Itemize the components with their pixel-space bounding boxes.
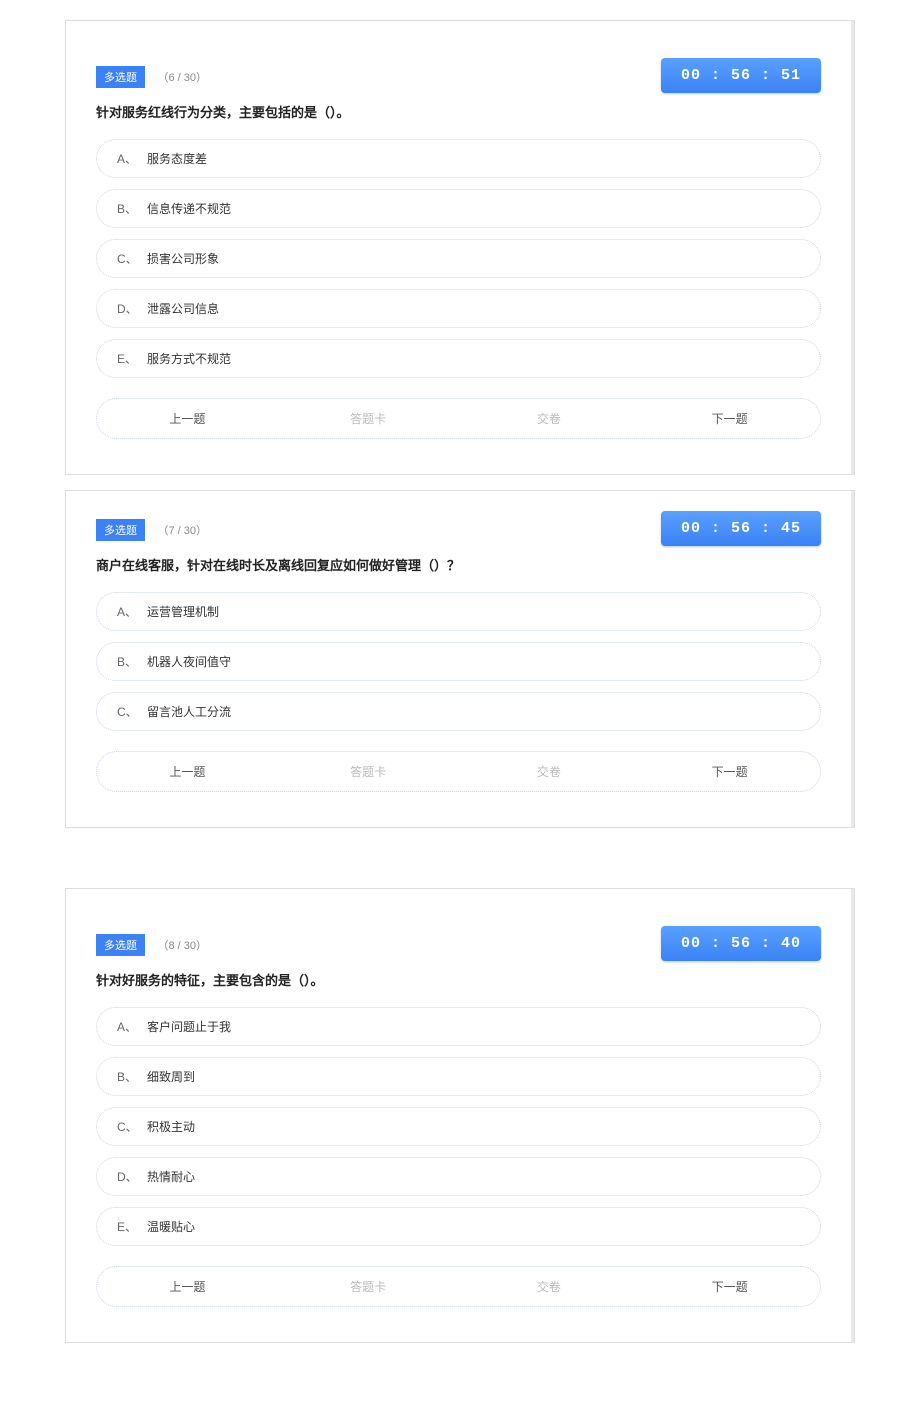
option-letter: B、 — [117, 1068, 147, 1085]
question-text: 针对好服务的特征，主要包含的是（）。 — [96, 970, 821, 989]
option-e[interactable]: E、 温暖贴心 — [96, 1207, 821, 1246]
option-text: 积极主动 — [147, 1118, 195, 1135]
option-letter: A、 — [117, 150, 147, 167]
option-text: 损害公司形象 — [147, 250, 219, 267]
option-c[interactable]: C、 积极主动 — [96, 1107, 821, 1146]
option-b[interactable]: B、 细致周到 — [96, 1057, 821, 1096]
answer-card-button[interactable]: 答题卡 — [278, 1267, 459, 1306]
prev-button[interactable]: 上一题 — [97, 399, 278, 438]
question-card-8: 多选题 （8 / 30） 00 : 56 : 40 针对好服务的特征，主要包含的… — [65, 888, 855, 1343]
option-d[interactable]: D、 热情耐心 — [96, 1157, 821, 1196]
question-counter: （6 / 30） — [157, 69, 207, 85]
nav-bar: 上一题 答题卡 交卷 下一题 — [96, 398, 821, 439]
option-text: 细致周到 — [147, 1068, 195, 1085]
next-button[interactable]: 下一题 — [639, 399, 820, 438]
option-c[interactable]: C、 留言池人工分流 — [96, 692, 821, 731]
question-card-6: 多选题 （6 / 30） 00 : 56 : 51 针对服务红线行为分类，主要包… — [65, 20, 855, 475]
header-row: 多选题 （6 / 30） 00 : 56 : 51 — [96, 66, 821, 88]
answer-card-button[interactable]: 答题卡 — [278, 399, 459, 438]
option-letter: B、 — [117, 653, 147, 670]
option-c[interactable]: C、 损害公司形象 — [96, 239, 821, 278]
option-letter: D、 — [117, 1168, 147, 1185]
option-text: 服务态度差 — [147, 150, 207, 167]
question-text: 针对服务红线行为分类，主要包括的是（）。 — [96, 102, 821, 121]
option-letter: A、 — [117, 603, 147, 620]
option-letter: D、 — [117, 300, 147, 317]
option-letter: C、 — [117, 1118, 147, 1135]
question-type-badge: 多选题 — [96, 934, 145, 956]
header-row: 多选题 （8 / 30） 00 : 56 : 40 — [96, 934, 821, 956]
option-text: 留言池人工分流 — [147, 703, 231, 720]
option-a[interactable]: A、 客户问题止于我 — [96, 1007, 821, 1046]
option-letter: C、 — [117, 703, 147, 720]
option-letter: C、 — [117, 250, 147, 267]
timer: 00 : 56 : 45 — [661, 511, 821, 546]
nav-bar: 上一题 答题卡 交卷 下一题 — [96, 751, 821, 792]
option-letter: A、 — [117, 1018, 147, 1035]
option-text: 运营管理机制 — [147, 603, 219, 620]
option-a[interactable]: A、 运营管理机制 — [96, 592, 821, 631]
submit-button[interactable]: 交卷 — [459, 399, 640, 438]
option-b[interactable]: B、 信息传递不规范 — [96, 189, 821, 228]
prev-button[interactable]: 上一题 — [97, 752, 278, 791]
option-letter: E、 — [117, 350, 147, 367]
option-a[interactable]: A、 服务态度差 — [96, 139, 821, 178]
submit-button[interactable]: 交卷 — [459, 1267, 640, 1306]
prev-button[interactable]: 上一题 — [97, 1267, 278, 1306]
question-type-badge: 多选题 — [96, 66, 145, 88]
nav-bar: 上一题 答题卡 交卷 下一题 — [96, 1266, 821, 1307]
submit-button[interactable]: 交卷 — [459, 752, 640, 791]
timer: 00 : 56 : 51 — [661, 58, 821, 93]
option-text: 泄露公司信息 — [147, 300, 219, 317]
question-type-badge: 多选题 — [96, 519, 145, 541]
question-text: 商户在线客服，针对在线时长及离线回复应如何做好管理（）？ — [96, 555, 821, 574]
question-counter: （8 / 30） — [157, 937, 207, 953]
option-letter: E、 — [117, 1218, 147, 1235]
option-text: 信息传递不规范 — [147, 200, 231, 217]
option-text: 客户问题止于我 — [147, 1018, 231, 1035]
option-text: 机器人夜间值守 — [147, 653, 231, 670]
timer: 00 : 56 : 40 — [661, 926, 821, 961]
option-text: 服务方式不规范 — [147, 350, 231, 367]
next-button[interactable]: 下一题 — [639, 1267, 820, 1306]
header-row: 多选题 （7 / 30） 00 : 56 : 45 — [96, 519, 821, 541]
option-b[interactable]: B、 机器人夜间值守 — [96, 642, 821, 681]
next-button[interactable]: 下一题 — [639, 752, 820, 791]
question-card-7: 多选题 （7 / 30） 00 : 56 : 45 商户在线客服，针对在线时长及… — [65, 490, 855, 828]
option-e[interactable]: E、 服务方式不规范 — [96, 339, 821, 378]
option-letter: B、 — [117, 200, 147, 217]
answer-card-button[interactable]: 答题卡 — [278, 752, 459, 791]
option-text: 温暖贴心 — [147, 1218, 195, 1235]
option-d[interactable]: D、 泄露公司信息 — [96, 289, 821, 328]
option-text: 热情耐心 — [147, 1168, 195, 1185]
question-counter: （7 / 30） — [157, 522, 207, 538]
